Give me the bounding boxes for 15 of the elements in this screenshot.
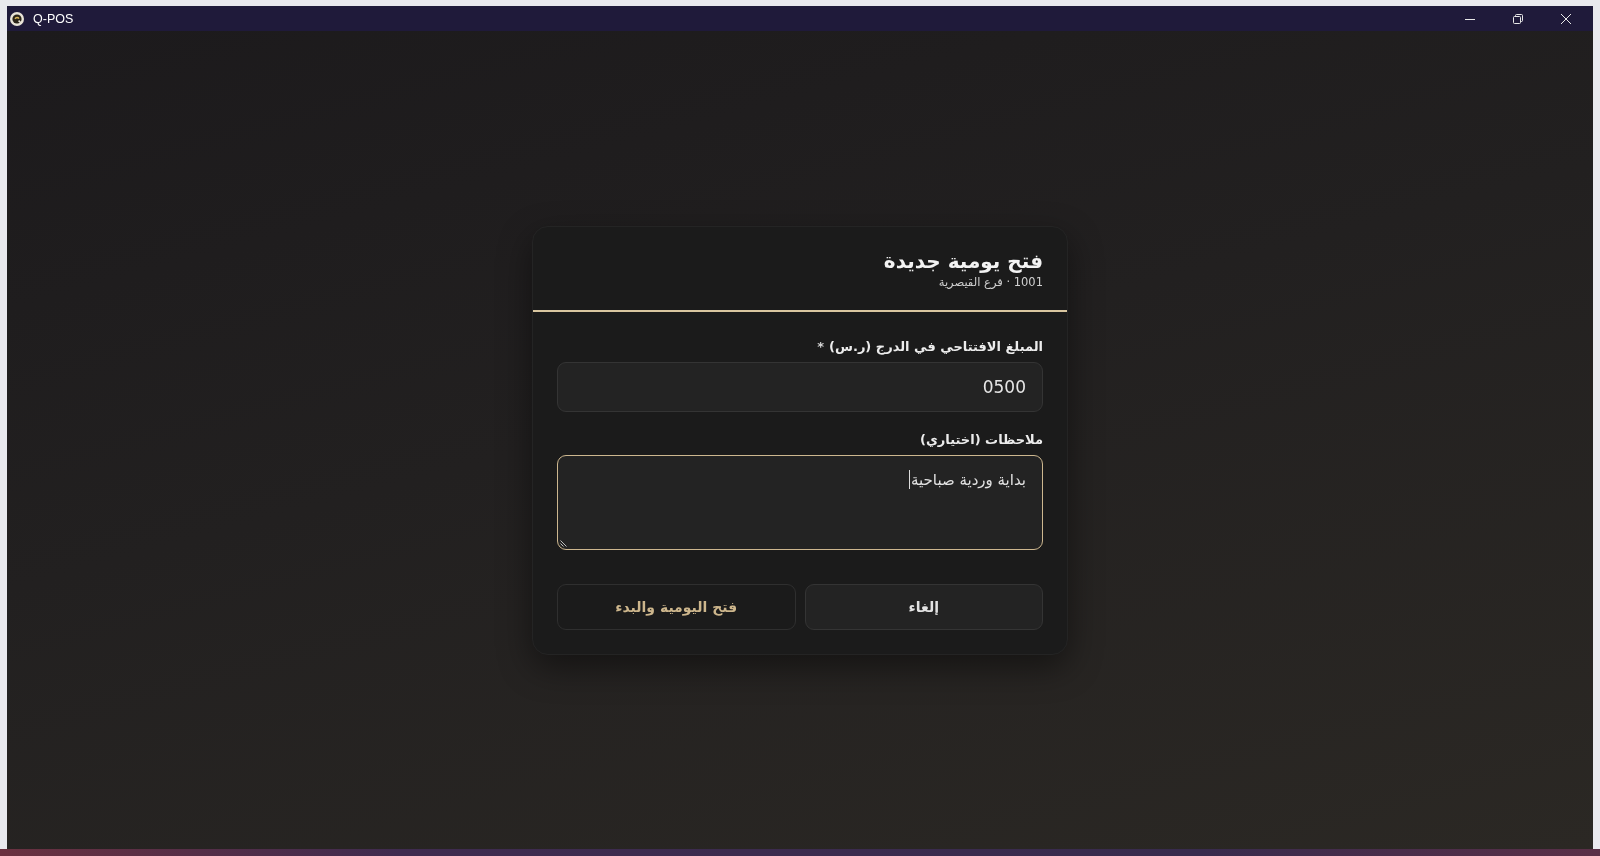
resize-grip-icon[interactable] — [560, 539, 567, 547]
close-icon — [1561, 13, 1571, 24]
field-label: المبلغ الافتتاحي في الدرج (ر.س) — [829, 338, 1043, 355]
field-label: ملاحظات (اختياري) — [919, 431, 1043, 448]
app-logo-icon — [10, 11, 24, 26]
dialog-title: فتح يومية جديدة — [883, 247, 1043, 274]
cancel-button[interactable]: إلغاء — [804, 583, 1043, 630]
dialog-subtitle: 1001 · فرع القيصرية — [938, 273, 1043, 290]
required-mark: * — [817, 338, 825, 355]
amount-input[interactable]: 0500 — [557, 361, 1043, 412]
notes-textarea[interactable]: بداية وردية صباحية — [557, 454, 1043, 550]
window-title: Q-POS — [33, 11, 74, 26]
open-shift-button[interactable]: فتح اليومية والبدء — [557, 583, 796, 630]
text-cursor-icon — [908, 469, 910, 489]
restore-icon — [1513, 13, 1523, 24]
